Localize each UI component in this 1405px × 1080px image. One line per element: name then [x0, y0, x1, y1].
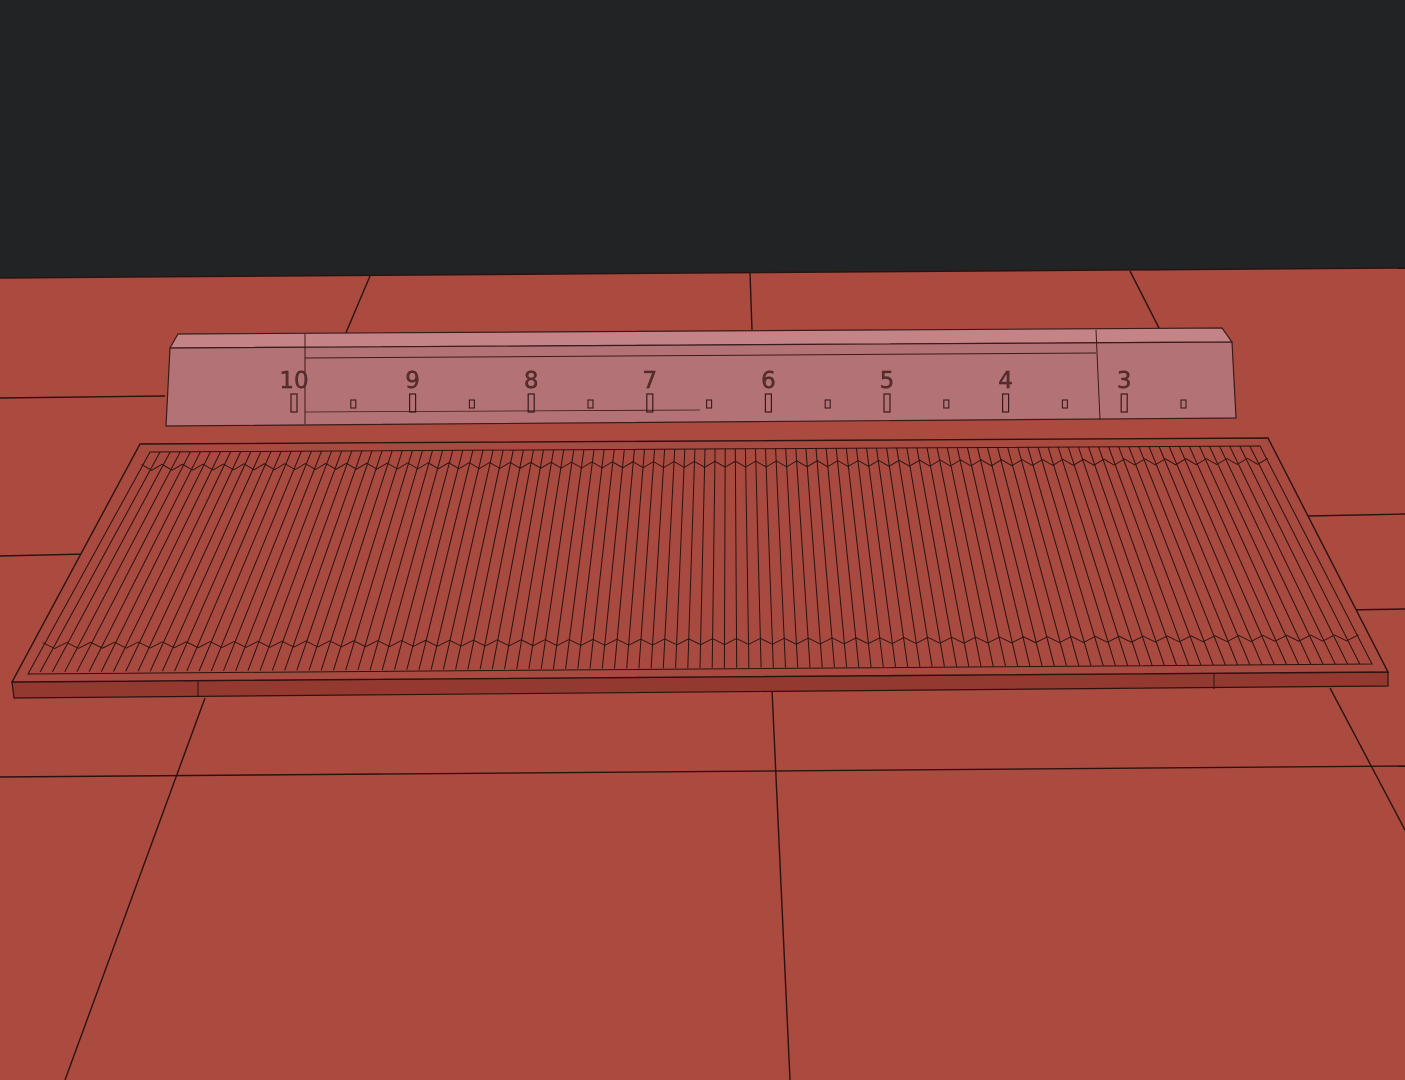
ruler-number-label: 9 [405, 368, 420, 394]
ruler-number-label: 4 [998, 368, 1013, 394]
ruler-number-label: 5 [880, 368, 895, 394]
viewport-scene: 10 9 8 7 6 5 4 3 [0, 0, 1405, 1080]
ruler-number-label: 3 [1117, 368, 1132, 394]
ruler-front-face [165, 341, 1237, 427]
ruler-number-label: 6 [761, 368, 776, 394]
ruler-number-label: 7 [642, 368, 657, 394]
ruler-number-label: 10 [279, 368, 308, 394]
ruler-model[interactable]: 10 9 8 7 6 5 4 3 [165, 327, 1237, 427]
ruler-number-label: 8 [524, 368, 539, 394]
ribbed-mat-model[interactable] [10, 437, 1390, 699]
3d-viewport[interactable]: 10 9 8 7 6 5 4 3 [0, 0, 1405, 1080]
